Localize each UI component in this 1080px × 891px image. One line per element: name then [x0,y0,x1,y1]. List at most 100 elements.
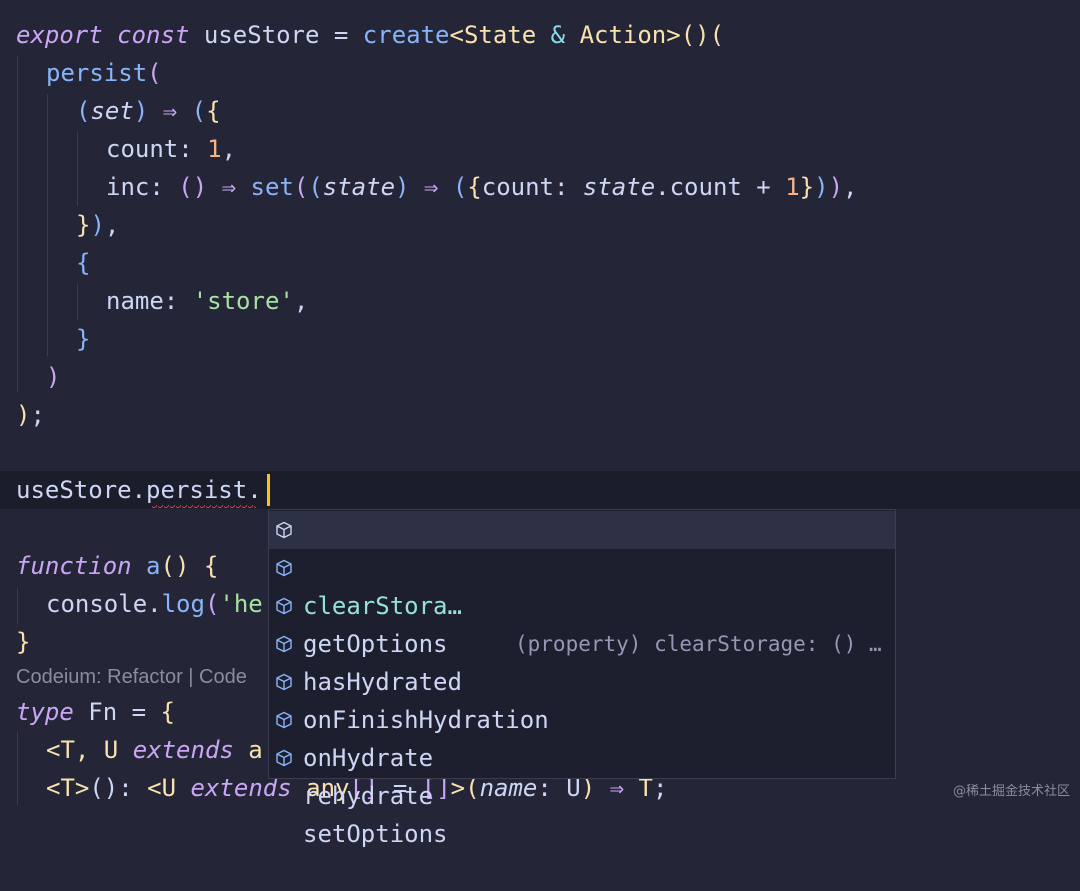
function-token: create [362,21,450,49]
bracket-token: > [666,21,681,49]
property-token: inc: [106,173,179,201]
suggestion-item[interactable]: setOptions [269,739,895,848]
bracket-token: ( [204,590,220,618]
string-token: 'store' [192,287,294,315]
type-token: a [233,736,263,764]
arrow-token: ⇒ [148,97,192,125]
suggestion-item[interactable]: onHydrate [269,663,895,772]
type-token: T [60,774,75,802]
function-token: set [250,173,294,201]
bracket-token: } [76,211,91,239]
suggestion-item[interactable]: onFinishHydration [269,625,895,734]
indent-guide [77,284,78,320]
identifier-token: Fn = [73,698,161,726]
bracket-token: } [799,173,815,201]
bracket-token: ) [828,173,844,201]
type-token: T, U [60,736,133,764]
error-squiggle [152,505,256,509]
punctuation-token: , [221,135,237,163]
codeium-lens-text[interactable]: Codeium: Refactor | Code [16,666,247,688]
code-line-11[interactable]: ); [16,396,45,434]
cube-icon [276,711,292,729]
bracket-token: ) [814,173,829,201]
code-line-6[interactable]: }), [76,206,119,244]
cube-icon [276,749,292,767]
code-line-20[interactable]: <T, U extends a [46,731,263,769]
function-token: a [146,552,161,580]
bracket-token: } [76,325,91,353]
bracket-token: < [46,774,61,802]
bracket-token: () [160,552,190,580]
suggestion-item[interactable]: hasHydrated [269,587,895,696]
identifier-token: useStore = [189,21,363,49]
code-line-16[interactable]: console.log('he [46,585,263,623]
type-token: Action [579,21,667,49]
bracket-token: ) [395,173,410,201]
suggestion-label: setOptions [303,820,448,848]
cube-icon [276,673,292,691]
code-line-2[interactable]: persist( [46,54,162,92]
code-line-15[interactable]: function a() { [16,547,218,585]
autocomplete-popup[interactable]: clearStora… (property) clearStorage: () … [268,509,896,848]
property-token: count: [106,135,208,163]
keyword-token: type [16,698,74,726]
indent-guide [47,94,48,356]
code-line-4[interactable]: count: 1, [106,130,236,168]
watermark: @稀土掘金技术社区 [952,784,1070,799]
parameter-token: state [582,173,656,201]
bracket-token: > [74,774,90,802]
indent-guide [17,732,18,805]
punctuation-token: , [843,173,858,201]
code-line-10[interactable]: ) [46,358,60,396]
operator-token: & [536,21,580,49]
bracket-token: ( [452,173,468,201]
cube-icon [276,521,292,539]
code-line-5[interactable]: inc: () ⇒ set((state) ⇒ ({count: state.c… [106,168,857,206]
cube-icon [276,597,292,615]
bracket-token: ) [133,97,149,125]
punctuation-token: , [104,211,120,239]
bracket-token: } [16,628,31,656]
bracket-token: { [206,97,221,125]
type-token: U [161,774,191,802]
bracket-token: () [680,21,710,49]
code-line-3[interactable]: (set) ⇒ ({ [76,92,221,130]
code-line-19[interactable]: type Fn = { [16,693,175,731]
identifier-token: useStore.persist. [16,476,262,504]
bracket-token: ( [308,173,323,201]
text-cursor [267,474,270,506]
suggestion-item[interactable]: getOptions [269,549,895,658]
bracket-token: () [178,173,208,201]
punctuation-token: ; [30,401,45,429]
suggestion-item[interactable]: rehydrate [269,701,895,810]
code-line-17[interactable]: } [16,623,30,661]
number-token: 1 [785,173,800,201]
function-token: persist [46,59,148,87]
code-line-1[interactable]: export const useStore = create<State & A… [16,16,724,54]
code-line-8[interactable]: name: 'store', [106,282,308,320]
code-line-7[interactable]: { [76,244,90,282]
keyword-token: extends [132,736,234,764]
keyword-token: export [16,21,103,49]
suggestion-item[interactable]: clearStora… (property) clearStorage: () … [269,511,895,656]
cube-icon [276,635,292,653]
property-token: count: [481,173,583,201]
bracket-token: { [203,552,219,580]
property-token: name: [106,287,193,315]
codeium-lens[interactable]: Codeium: Refactor | Code [16,658,247,696]
bracket-token: ) [90,211,105,239]
bracket-token: < [46,736,61,764]
code-line-9[interactable]: } [76,320,90,358]
identifier-token: console. [46,590,162,618]
bracket-token: { [76,249,91,277]
arrow-token: ⇒ [409,173,453,201]
indent-guide [17,56,18,392]
number-token: 1 [207,135,222,163]
indent-guide [17,588,18,624]
function-token: log [161,590,205,618]
expression-token: .count + [655,173,786,201]
parameter-token: set [90,97,134,125]
code-line-13[interactable]: useStore.persist. [16,471,262,509]
